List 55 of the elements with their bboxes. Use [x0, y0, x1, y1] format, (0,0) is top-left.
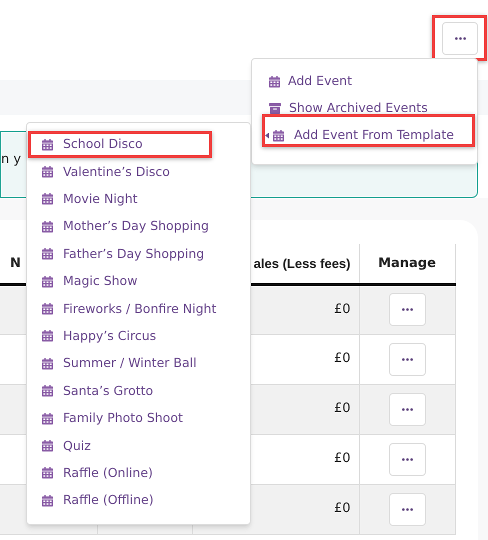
- calendar-icon: [42, 220, 53, 233]
- manage-button[interactable]: [388, 392, 426, 426]
- sales-amount: £0: [334, 451, 350, 466]
- column-header: ales (Less fees): [254, 256, 350, 270]
- menu-item[interactable]: Magic Show: [63, 272, 138, 292]
- menu-item[interactable]: Add Event From Template: [294, 126, 454, 145]
- calendar-icon: [42, 193, 53, 206]
- calendar-icon: [42, 276, 53, 288]
- menu-item[interactable]: Mother’s Day Shopping: [63, 217, 209, 236]
- menu-item[interactable]: Raffle (Offline): [63, 491, 154, 510]
- manage-button[interactable]: [388, 293, 426, 326]
- calendar-icon: [269, 76, 280, 88]
- column-header: N: [10, 256, 21, 270]
- sales-amount: £0: [334, 401, 350, 416]
- sales-amount: £0: [334, 501, 350, 516]
- more-button[interactable]: [442, 22, 478, 55]
- menu-item[interactable]: Summer / Winter Ball: [63, 354, 197, 374]
- ellipsis-icon: [402, 408, 412, 410]
- alert-text: n y: [1, 151, 22, 169]
- menu-item[interactable]: Quiz: [63, 436, 91, 456]
- calendar-icon: [42, 440, 53, 452]
- calendar-icon: [42, 385, 53, 398]
- ellipsis-icon: [402, 358, 412, 360]
- menu-item[interactable]: Happy’s Circus: [63, 327, 156, 346]
- calendar-icon: [42, 358, 53, 370]
- calendar-icon: [42, 330, 53, 342]
- column-header: Manage: [378, 256, 436, 270]
- calendar-icon: [42, 303, 53, 316]
- menu-item[interactable]: Show Archived Events: [289, 99, 428, 118]
- menu-item[interactable]: Fireworks / Bonfire Night: [63, 300, 216, 318]
- sales-amount: £0: [334, 351, 350, 366]
- calendar-icon: [42, 138, 53, 151]
- archive-box-icon: [269, 103, 281, 114]
- menu-item[interactable]: Santa’s Grotto: [63, 382, 154, 401]
- calendar-icon: [42, 166, 53, 178]
- calendar-icon: [42, 494, 53, 507]
- ellipsis-icon: [402, 508, 412, 510]
- calendar-icon: [42, 412, 53, 425]
- manage-button[interactable]: [388, 342, 426, 376]
- ellipsis-icon: [454, 37, 466, 40]
- calendar-icon: [42, 467, 53, 480]
- menu-item[interactable]: Family Photo Shoot: [63, 409, 183, 428]
- calendar-icon: [273, 130, 284, 142]
- menu-item[interactable]: Add Event: [288, 72, 352, 91]
- ellipsis-icon: [402, 308, 412, 311]
- menu-item[interactable]: Valentine’s Disco: [63, 162, 170, 182]
- menu-item[interactable]: Raffle (Online): [63, 464, 153, 483]
- calendar-icon: [42, 248, 53, 260]
- menu-item[interactable]: School Disco: [63, 135, 143, 154]
- menu-item[interactable]: Father’s Day Shopping: [63, 244, 204, 264]
- manage-button[interactable]: [388, 492, 426, 526]
- sales-amount: £0: [334, 302, 350, 317]
- menu-item[interactable]: Movie Night: [63, 190, 138, 209]
- ellipsis-icon: [402, 458, 412, 460]
- manage-button[interactable]: [388, 442, 426, 476]
